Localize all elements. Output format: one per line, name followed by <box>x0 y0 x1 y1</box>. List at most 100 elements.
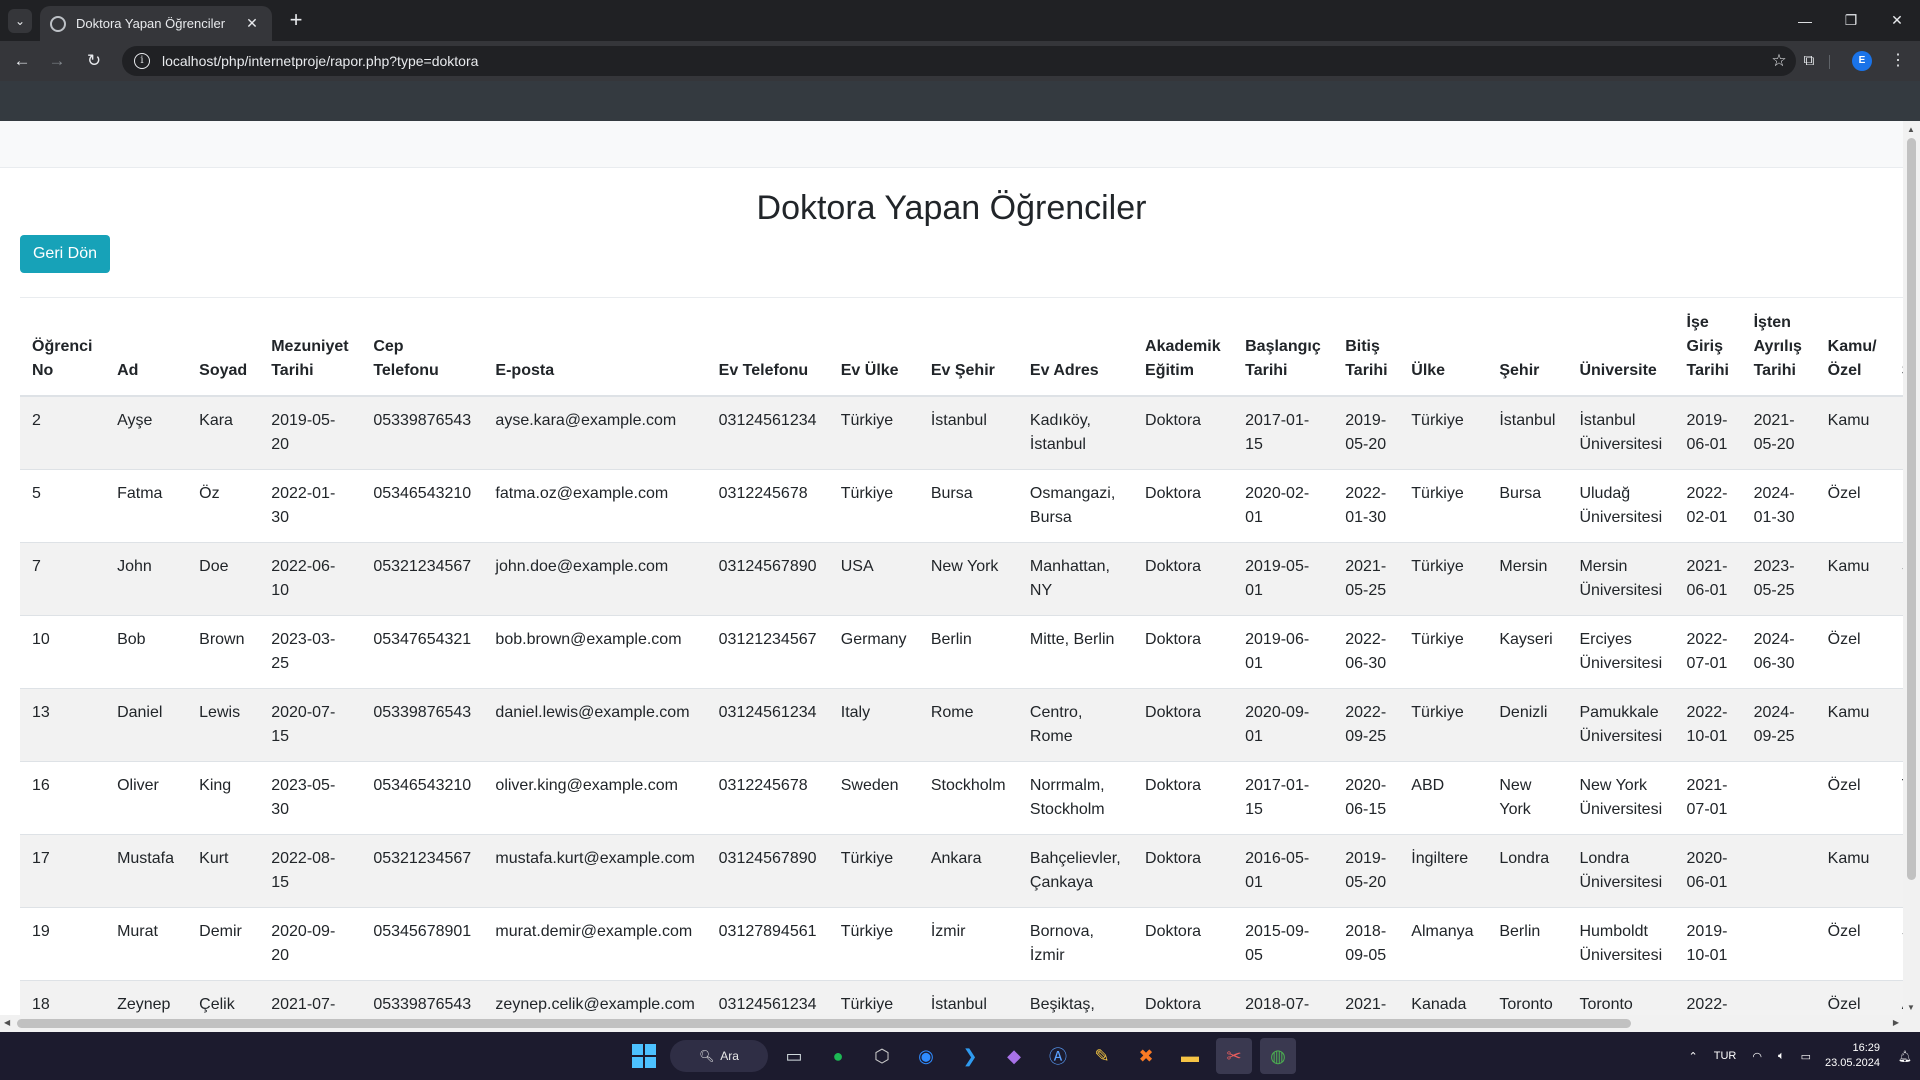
minimize-button[interactable]: — <box>1782 0 1828 41</box>
horizontal-scroll-thumb[interactable] <box>17 1019 1631 1028</box>
table-cell: Bursa <box>930 485 973 502</box>
app-store-icon[interactable]: Ⓐ <box>1040 1038 1076 1074</box>
table-cell: 2021-05-25 <box>1345 558 1387 599</box>
volume-icon[interactable]: 🔈︎ <box>1770 1050 1793 1063</box>
forward-arrow-icon[interactable]: → <box>43 47 71 75</box>
table-cell: 2015-09-05 <box>1245 923 1310 964</box>
snipping-tool-icon[interactable]: ✂ <box>1216 1038 1252 1074</box>
table-cell: 2023-05-30 <box>271 777 336 818</box>
table-cell: Bursa <box>1499 485 1542 502</box>
table-cell: 05346543210 <box>373 777 472 794</box>
clock[interactable]: 16:29 23.05.2024 <box>1819 1041 1890 1071</box>
extensions-puzzle-icon[interactable]: ⧉ <box>1797 49 1821 73</box>
url-text[interactable]: localhost/php/internetproje/rapor.php?ty… <box>162 53 1762 69</box>
column-header: Şehir <box>1487 298 1568 397</box>
firefox-icon[interactable]: ◉ <box>908 1038 944 1074</box>
table-cell: Mersin <box>1499 558 1548 575</box>
spotify-icon[interactable]: ● <box>820 1038 856 1074</box>
xampp-icon[interactable]: ✖ <box>1128 1038 1164 1074</box>
system-tray: ⌃ TUR ◠ 🔈︎ ▭ 16:29 23.05.2024 🔔︎ <box>1681 1032 1920 1080</box>
table-cell <box>1742 762 1816 835</box>
back-arrow-icon[interactable]: ← <box>8 47 36 75</box>
vscode-icon[interactable]: ❯ <box>952 1038 988 1074</box>
table-cell: 03124561234 <box>718 704 817 721</box>
table-cell: S <box>1890 908 1903 981</box>
window-controls: — ❐ ✕ <box>1782 0 1920 41</box>
wifi-icon[interactable]: ◠ <box>1744 1050 1770 1063</box>
file-explorer-icon[interactable]: ▬ <box>1172 1038 1208 1074</box>
table-cell: Özel <box>1827 923 1861 940</box>
vertical-scroll-thumb[interactable] <box>1907 138 1916 880</box>
table-cell: Humboldt Üniversitesi <box>1579 923 1663 964</box>
globe-icon <box>50 15 66 32</box>
tab-search-chevron-icon[interactable]: ⌄ <box>8 9 32 33</box>
table-cell: 2017-01-15 <box>1245 777 1310 818</box>
notification-bell-icon[interactable]: 🔔︎ <box>1890 1050 1920 1063</box>
scroll-left-arrow-icon[interactable]: ◀ <box>4 1018 10 1027</box>
table-cell: Türkiye <box>840 412 894 429</box>
table-cell: Özel <box>1827 777 1861 794</box>
table-cell: 05339876543 <box>373 996 472 1013</box>
start-windows-icon[interactable] <box>626 1038 662 1074</box>
scroll-right-arrow-icon[interactable]: ▶ <box>1893 1018 1899 1027</box>
taskbar-search[interactable]: 🔍︎ Ara <box>670 1040 768 1072</box>
table-cell: Murat <box>117 923 158 940</box>
table-cell: 2019-10-01 <box>1686 923 1728 964</box>
profile-avatar[interactable]: E <box>1852 51 1872 71</box>
table-cell: Türkiye <box>840 996 894 1013</box>
table-row: 17 Mustafa Kurt 2022-08-15 05321234567 mustaf… <box>20 834 1903 908</box>
table-cell: 2021-07-01 <box>1686 777 1728 818</box>
tab-title: Doktora Yapan Öğrenciler <box>76 16 226 31</box>
table-cell: Çelik <box>199 996 235 1013</box>
table-cell: 03124567890 <box>718 850 817 867</box>
restore-button[interactable]: ❐ <box>1828 0 1874 41</box>
horizontal-scrollbar[interactable]: ◀ ▶ <box>0 1015 1903 1032</box>
column-header: E-posta <box>483 298 707 397</box>
table-cell: Kara <box>199 412 233 429</box>
table-body: 2 Ayşe Kara 2019-05-20 05339876543 ayse.kara@… <box>20 396 1903 1017</box>
reload-icon[interactable]: ↻ <box>80 47 108 75</box>
visual-studio-icon[interactable]: ◆ <box>996 1038 1032 1074</box>
kebab-menu-icon[interactable]: ⋮ <box>1886 49 1910 73</box>
header-row: Öğrenci No Ad Soyad Mezuniyet Tarihi Cep Tel… <box>20 298 1903 397</box>
input-language[interactable]: TUR <box>1706 1050 1745 1062</box>
scroll-down-arrow-icon[interactable]: ▼ <box>1907 1003 1915 1012</box>
browser-tab[interactable]: Doktora Yapan Öğrenciler ✕ <box>40 6 272 41</box>
search-icon: 🔍︎ <box>699 1049 715 1063</box>
chrome-icon[interactable]: ◍ <box>1260 1038 1296 1074</box>
column-header: Ev Şehir <box>918 298 1018 397</box>
table-row: 5 Fatma Öz 2022-01-30 05346543210 fatma.oz@ex… <box>20 469 1903 543</box>
table-cell: İstanbul Üniversitesi <box>1579 412 1663 453</box>
github-desktop-icon[interactable]: ⬡ <box>864 1038 900 1074</box>
table-cell: Bahçelievler, Çankaya <box>1029 850 1121 891</box>
table-cell: İstanbul <box>930 412 987 429</box>
browser-toolbar: ← → ↻ i localhost/php/internetproje/rapo… <box>0 41 1920 81</box>
column-header: İşten Ayrılış Tarihi <box>1741 298 1816 397</box>
scroll-up-arrow-icon[interactable]: ▲ <box>1907 125 1915 134</box>
back-button[interactable]: Geri Dön <box>20 235 110 273</box>
tray-chevron-icon[interactable]: ⌃ <box>1681 1050 1706 1063</box>
bookmark-star-icon[interactable]: ☆ <box>1762 51 1796 71</box>
table-row: 18 Zeynep Çelik 2021-07- 05339876543 zeynep.c… <box>20 980 1903 1017</box>
vertical-scrollbar[interactable]: ▲ ▼ <box>1903 121 1920 1032</box>
close-window-button[interactable]: ✕ <box>1874 0 1920 41</box>
table-cell: Stockholm <box>930 777 1006 794</box>
table-cell: Berlin <box>930 631 972 648</box>
task-view-icon[interactable]: ▭ <box>776 1038 812 1074</box>
column-header: Soyad <box>187 298 260 397</box>
paint-icon[interactable]: ✎ <box>1084 1038 1120 1074</box>
new-tab-button[interactable]: + <box>283 7 309 33</box>
column-header: Mezuniyet Tarihi <box>259 298 362 397</box>
address-bar[interactable]: i localhost/php/internetproje/rapor.php?… <box>122 46 1796 76</box>
tab-close-icon[interactable]: ✕ <box>242 15 262 32</box>
table-cell: 2022-02-01 <box>1686 485 1728 526</box>
toolbar-divider <box>1829 55 1830 69</box>
battery-icon[interactable]: ▭ <box>1793 1050 1819 1063</box>
table-cell: USA <box>840 558 874 575</box>
site-info-icon[interactable]: i <box>134 53 150 69</box>
table-cell: 2017-01-15 <box>1245 412 1310 453</box>
table-cell: murat.demir@example.com <box>495 923 693 940</box>
table-cell: 2018-09-05 <box>1345 923 1387 964</box>
table-cell: 2019-05-20 <box>1345 412 1387 453</box>
table-cell: Türkiye <box>840 923 894 940</box>
